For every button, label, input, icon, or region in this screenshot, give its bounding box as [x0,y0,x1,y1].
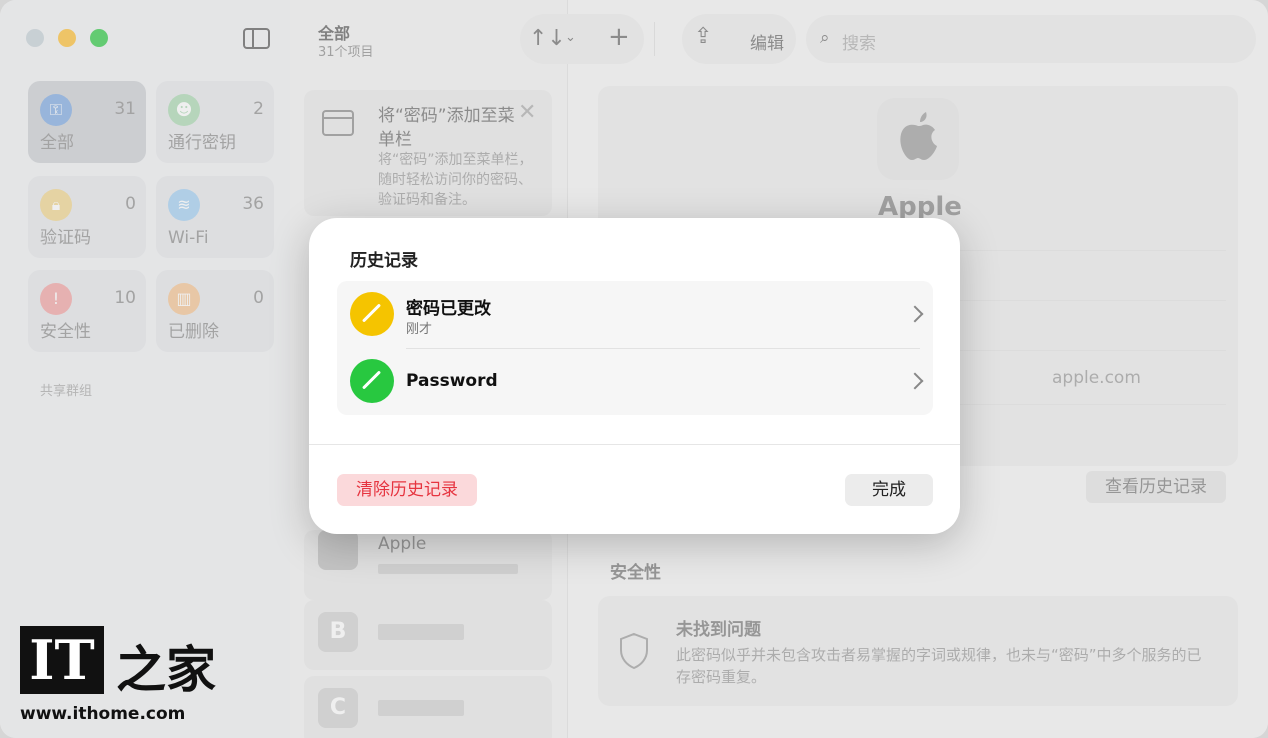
history-row-subtitle: 刚才 [406,322,433,337]
pencil-icon [350,292,394,336]
dialog-title: 历史记录 [350,251,418,271]
history-row[interactable]: Password [337,349,933,415]
history-row[interactable]: 密码已更改 刚才 [337,281,933,347]
ithome-logo-cn: 之家 [116,641,216,699]
history-list: 密码已更改 刚才 Password [337,281,933,415]
history-dialog: 历史记录 密码已更改 刚才 Password 清除历史记录 完成 [309,218,960,534]
chevron-right-icon [906,372,924,390]
ithome-logo: IT [20,626,104,694]
history-row-title: 密码已更改 [406,299,491,319]
clear-history-button[interactable]: 清除历史记录 [337,474,477,506]
pencil-icon [350,359,394,403]
dialog-separator [309,444,960,445]
chevron-right-icon [906,305,924,323]
history-row-title: Password [406,371,498,391]
done-button[interactable]: 完成 [845,474,933,506]
watermark-url: www.ithome.com [20,704,186,724]
